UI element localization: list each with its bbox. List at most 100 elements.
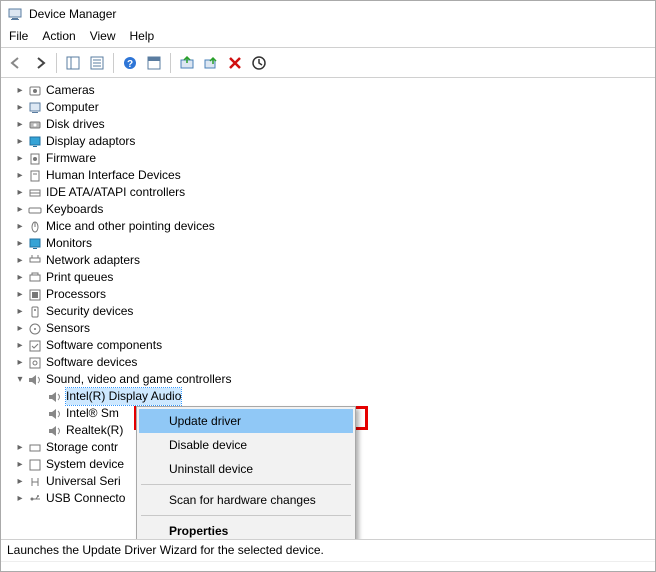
expander-closed-icon[interactable]: ▸ [13,269,27,286]
menubar: File Action View Help [1,27,655,48]
tree-category[interactable]: ▸ Security devices [13,303,655,320]
statusbar: Launches the Update Driver Wizard for th… [1,539,655,561]
disable-button[interactable] [200,52,222,74]
device-tree[interactable]: ▸Cameras▸Computer▸Disk drives▸Display ad… [1,78,655,539]
tree-label: Computer [46,99,99,116]
context-separator [141,515,351,516]
expander-closed-icon[interactable]: ▸ [13,167,27,184]
expander-closed-icon[interactable]: ▸ [13,320,27,337]
tree-category[interactable]: ▸Disk drives [13,116,655,133]
help-button[interactable]: ? [119,52,141,74]
tree-category-sound[interactable]: ▾ Sound, video and game controllers [13,371,655,388]
context-uninstall-device[interactable]: Uninstall device [139,457,353,481]
tree-label: Sensors [46,320,90,337]
expander-closed-icon[interactable]: ▸ [13,456,27,473]
device-category-icon [27,236,43,252]
back-button[interactable] [5,52,27,74]
tree-category[interactable]: ▸ Software devices [13,354,655,371]
show-hide-tree-button[interactable] [62,52,84,74]
expander-closed-icon[interactable]: ▸ [13,116,27,133]
menu-action[interactable]: Action [42,29,75,43]
expander-closed-icon[interactable]: ▸ [13,235,27,252]
device-category-icon [27,253,43,269]
tree-category[interactable]: ▸Human Interface Devices [13,167,655,184]
speaker-icon [27,372,43,388]
tree-label: System device [46,456,124,473]
tree-category[interactable]: ▸ Sensors [13,320,655,337]
device-category-icon [27,474,43,490]
context-properties[interactable]: Properties [139,519,353,539]
tree-label: Software components [46,337,162,354]
expander-open-icon[interactable]: ▾ [13,371,27,388]
speaker-icon [47,406,63,422]
tree-category[interactable]: ▸ Processors [13,286,655,303]
tree-label: Sound, video and game controllers [46,371,231,388]
app-icon [7,6,23,22]
tree-label: Mice and other pointing devices [46,218,215,235]
expander-closed-icon[interactable]: ▸ [13,473,27,490]
device-category-icon [27,304,43,320]
menu-file[interactable]: File [9,29,28,43]
toolbar-separator [56,53,57,73]
window-title: Device Manager [29,7,116,21]
tree-device[interactable]: Intel(R) Display Audio [33,388,655,405]
tree-category[interactable]: ▸Cameras [13,82,655,99]
menu-view[interactable]: View [90,29,116,43]
context-disable-device[interactable]: Disable device [139,433,353,457]
tree-category[interactable]: ▸Network adapters [13,252,655,269]
tree-label: Realtek(R) [66,422,123,439]
device-category-icon [27,100,43,116]
device-category-icon [27,185,43,201]
tree-label: Intel(R) Display Audio [66,388,181,405]
expander-closed-icon[interactable]: ▸ [13,354,27,371]
expander-closed-icon[interactable]: ▸ [13,337,27,354]
tree-category[interactable]: ▸ Computer [13,99,655,116]
device-category-icon [27,168,43,184]
tree-category[interactable]: ▸IDE ATA/ATAPI controllers [13,184,655,201]
expander-closed-icon[interactable]: ▸ [13,99,27,116]
titlebar: Device Manager [1,1,655,27]
expander-closed-icon[interactable]: ▸ [13,201,27,218]
context-scan-hardware[interactable]: Scan for hardware changes [139,488,353,512]
tree-label: Display adaptors [46,133,135,150]
expander-closed-icon[interactable]: ▸ [13,286,27,303]
tree-label: Software devices [46,354,137,371]
tree-label: USB Connecto [46,490,125,507]
device-category-icon [27,338,43,354]
expander-closed-icon[interactable]: ▸ [13,490,27,507]
device-category-icon [27,440,43,456]
expander-closed-icon[interactable]: ▸ [13,150,27,167]
device-category-icon [27,457,43,473]
expander-closed-icon[interactable]: ▸ [13,303,27,320]
forward-button[interactable] [29,52,51,74]
menu-help[interactable]: Help [130,29,155,43]
device-category-icon [27,219,43,235]
expander-closed-icon[interactable]: ▸ [13,218,27,235]
properties-button[interactable] [86,52,108,74]
tree-category[interactable]: ▸ Print queues [13,269,655,286]
expander-closed-icon[interactable]: ▸ [13,439,27,456]
context-update-driver[interactable]: Update driver [139,409,353,433]
device-category-icon [27,83,43,99]
tree-label: Processors [46,286,106,303]
tree-label: Security devices [46,303,133,320]
scan-hardware-button[interactable] [248,52,270,74]
statusbar-text: Launches the Update Driver Wizard for th… [7,543,324,557]
tree-label: Universal Seri [46,473,121,490]
update-driver-button[interactable] [176,52,198,74]
action-button[interactable] [143,52,165,74]
tree-label: Keyboards [46,201,103,218]
expander-closed-icon[interactable]: ▸ [13,82,27,99]
tree-category[interactable]: ▸ Software components [13,337,655,354]
tree-category[interactable]: ▸ Mice and other pointing devices [13,218,655,235]
tree-label: Print queues [46,269,113,286]
expander-closed-icon[interactable]: ▸ [13,184,27,201]
uninstall-button[interactable] [224,52,246,74]
device-category-icon [27,270,43,286]
tree-category[interactable]: ▸Monitors [13,235,655,252]
tree-category[interactable]: ▸ Display adaptors [13,133,655,150]
tree-category[interactable]: ▸ Keyboards [13,201,655,218]
tree-category[interactable]: ▸Firmware [13,150,655,167]
expander-closed-icon[interactable]: ▸ [13,252,27,269]
expander-closed-icon[interactable]: ▸ [13,133,27,150]
